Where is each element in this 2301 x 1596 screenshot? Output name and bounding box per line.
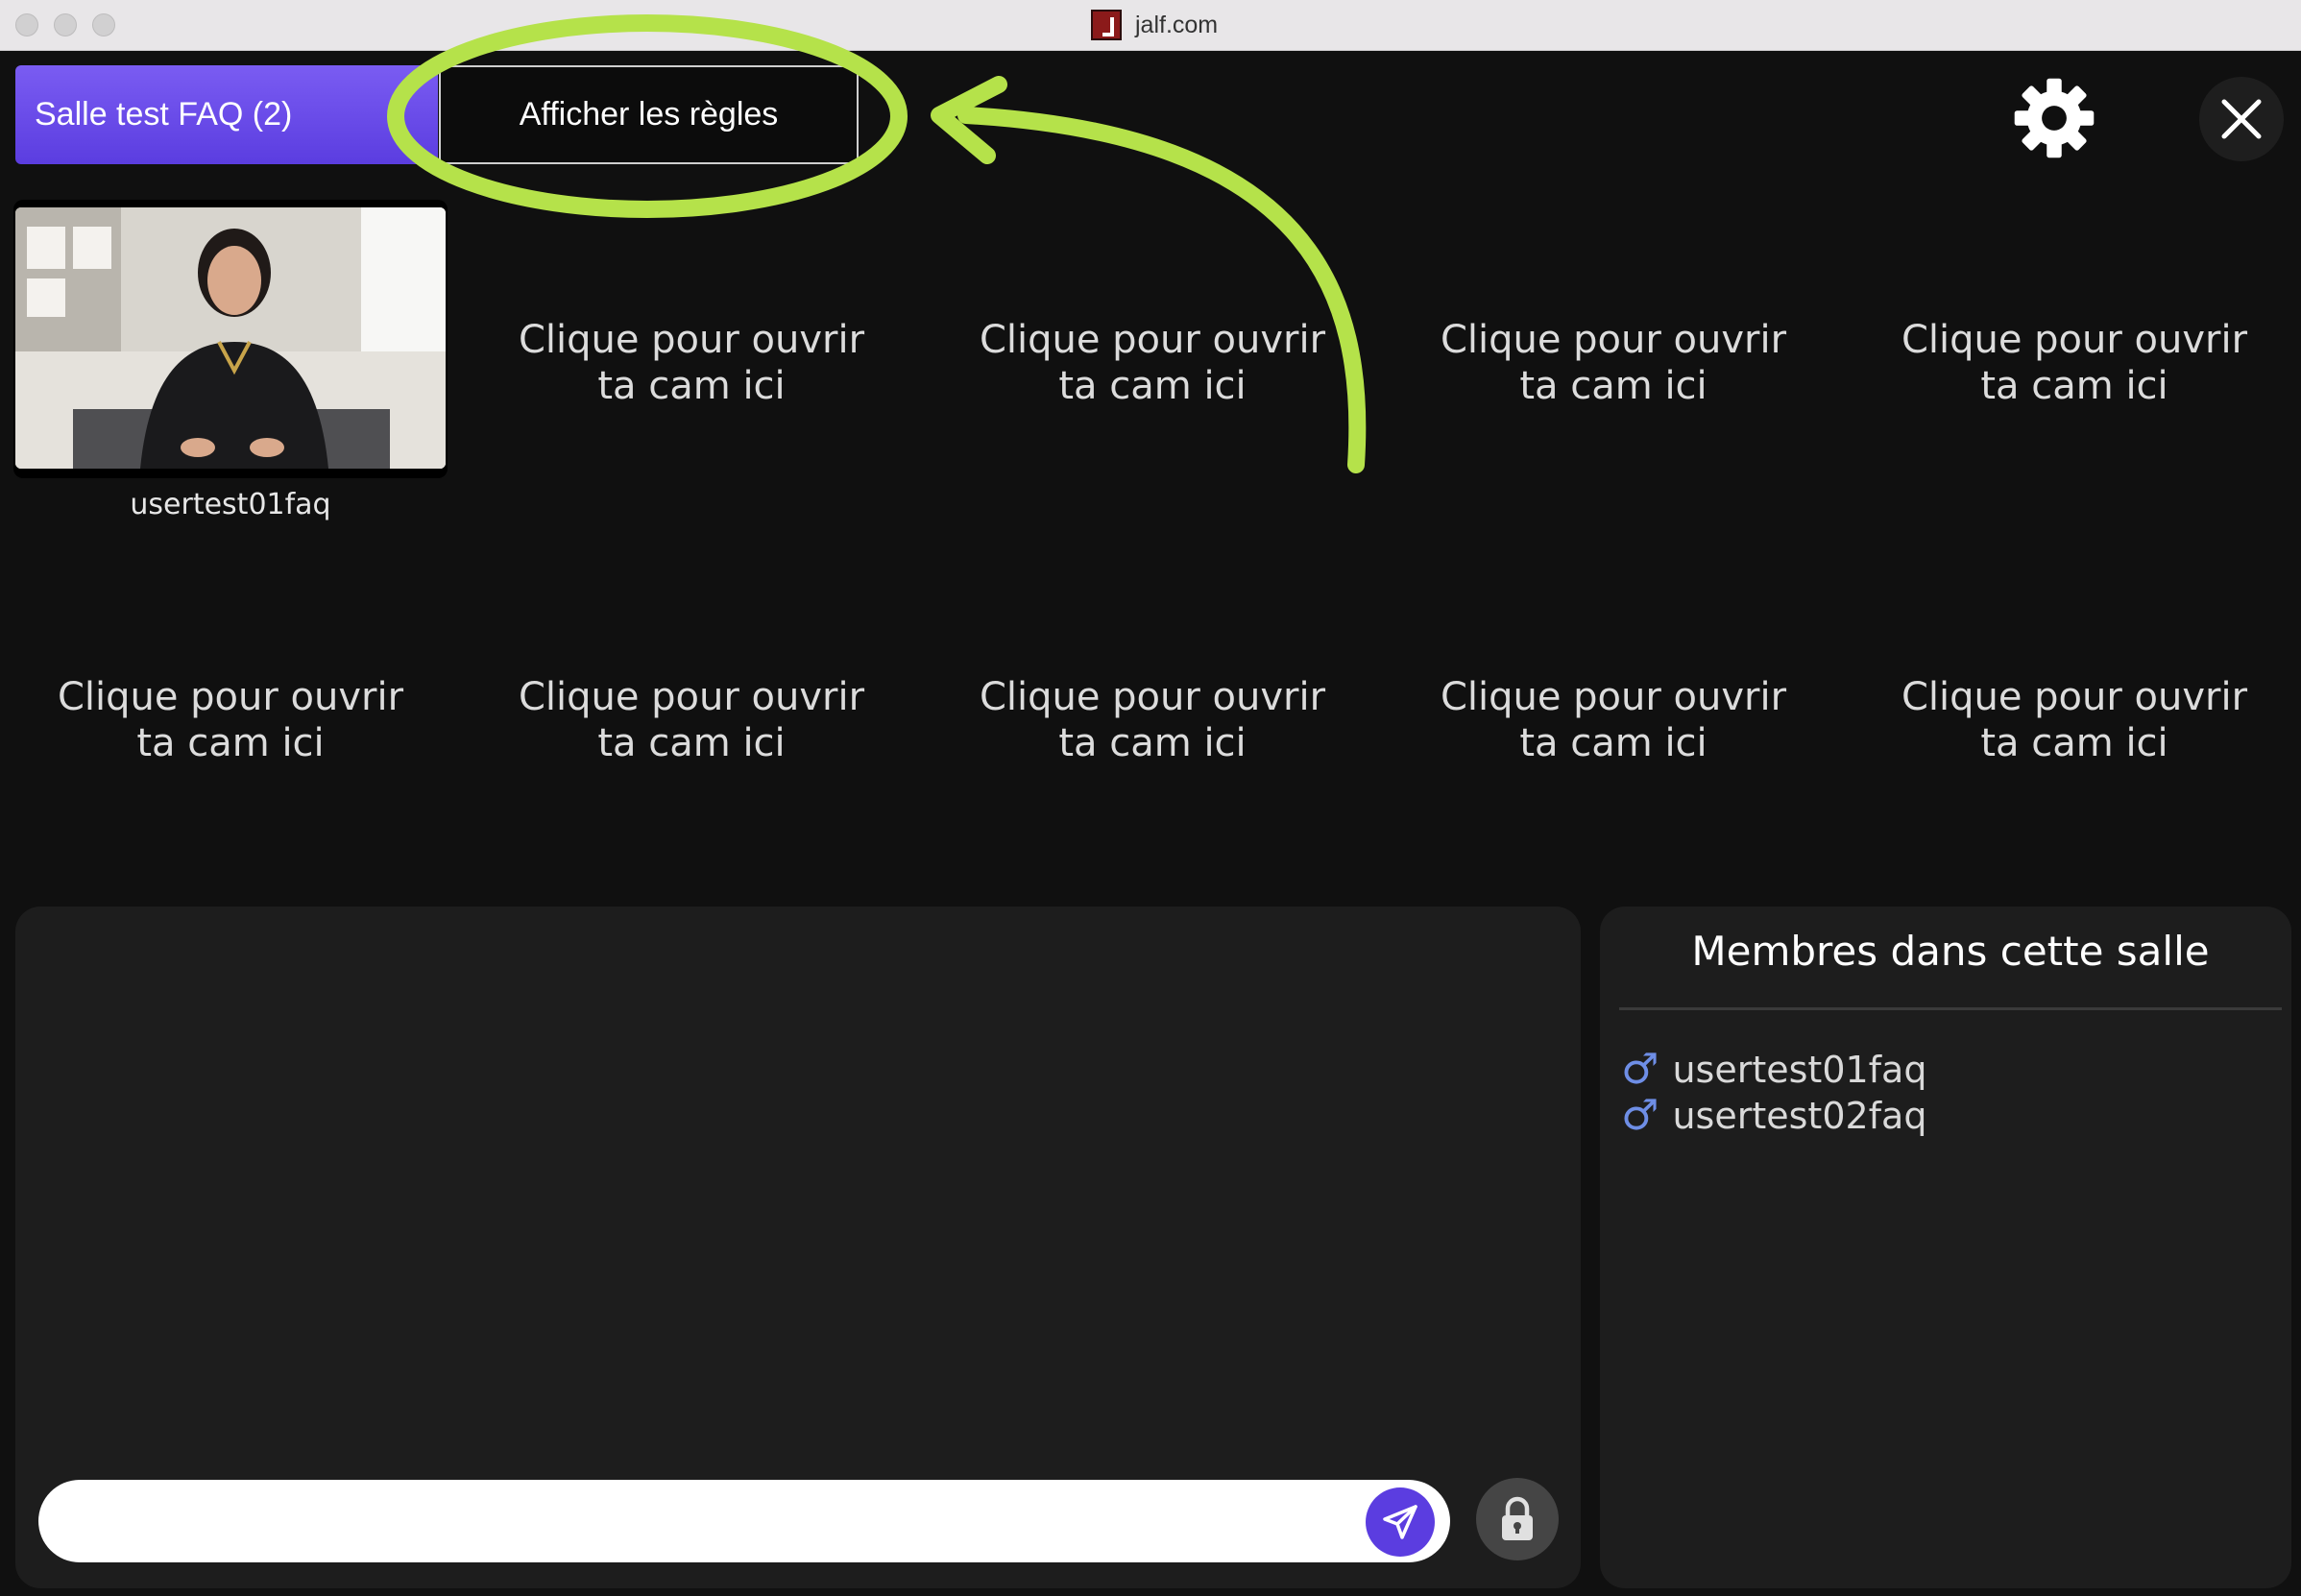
open-cam-slot[interactable]: Clique pour ouvrir ta cam ici: [474, 317, 908, 409]
lock-chat-button[interactable]: [1476, 1478, 1559, 1560]
cam-video-feed: [15, 207, 446, 469]
open-cam-slot[interactable]: Clique pour ouvrir ta cam ici: [1857, 674, 2291, 766]
open-cam-slot[interactable]: Clique pour ouvrir ta cam ici: [13, 674, 448, 766]
open-cam-slot[interactable]: Clique pour ouvrir ta cam ici: [1857, 317, 2291, 409]
male-icon: ♂: [1621, 1091, 1659, 1140]
open-cam-slot[interactable]: Clique pour ouvrir ta cam ici: [1396, 674, 1830, 766]
lock-icon: [1502, 1496, 1533, 1540]
chat-message-input[interactable]: [38, 1480, 1450, 1562]
site-favicon-icon: [1091, 10, 1122, 40]
open-cam-slot[interactable]: Clique pour ouvrir ta cam ici: [935, 317, 1369, 409]
window-titlebar: jalf.com: [0, 0, 2301, 51]
window-minimize-control[interactable]: [54, 13, 77, 36]
settings-gear-icon[interactable]: [2013, 77, 2095, 159]
room-label: Salle test FAQ (2): [35, 96, 293, 133]
show-rules-button[interactable]: Afficher les règles: [439, 65, 859, 164]
window-title: jalf.com: [1091, 9, 1218, 41]
open-cam-slot[interactable]: Clique pour ouvrir ta cam ici: [474, 674, 908, 766]
window-close-control[interactable]: [15, 13, 38, 36]
member-list-item[interactable]: ♂ usertest01faq: [1621, 1045, 1927, 1094]
room-button[interactable]: Salle test FAQ (2): [15, 65, 438, 164]
open-cam-slot[interactable]: Clique pour ouvrir ta cam ici: [935, 674, 1369, 766]
members-divider: [1619, 1007, 2282, 1010]
show-rules-label: Afficher les règles: [519, 96, 779, 133]
close-button[interactable]: [2199, 77, 2284, 161]
close-icon: [2221, 99, 2262, 139]
members-title: Membres dans cette salle: [1691, 928, 2210, 975]
send-plane-icon: [1383, 1505, 1417, 1539]
window-title-text: jalf.com: [1135, 11, 1219, 38]
send-message-button[interactable]: [1366, 1487, 1435, 1557]
open-cam-slot[interactable]: Clique pour ouvrir ta cam ici: [1396, 317, 1830, 409]
male-icon: ♂: [1621, 1045, 1659, 1094]
cam-username: usertest01faq: [130, 488, 331, 521]
member-name: usertest02faq: [1672, 1095, 1927, 1137]
cam-video-frame: [15, 207, 446, 469]
member-name: usertest01faq: [1672, 1049, 1927, 1091]
annotation-arrow-head: [931, 76, 1007, 164]
window-zoom-control[interactable]: [92, 13, 115, 36]
annotation-arrow-curve: [957, 107, 1367, 473]
member-list-item[interactable]: ♂ usertest02faq: [1621, 1091, 1927, 1140]
cam-tile-active[interactable]: [13, 200, 448, 478]
